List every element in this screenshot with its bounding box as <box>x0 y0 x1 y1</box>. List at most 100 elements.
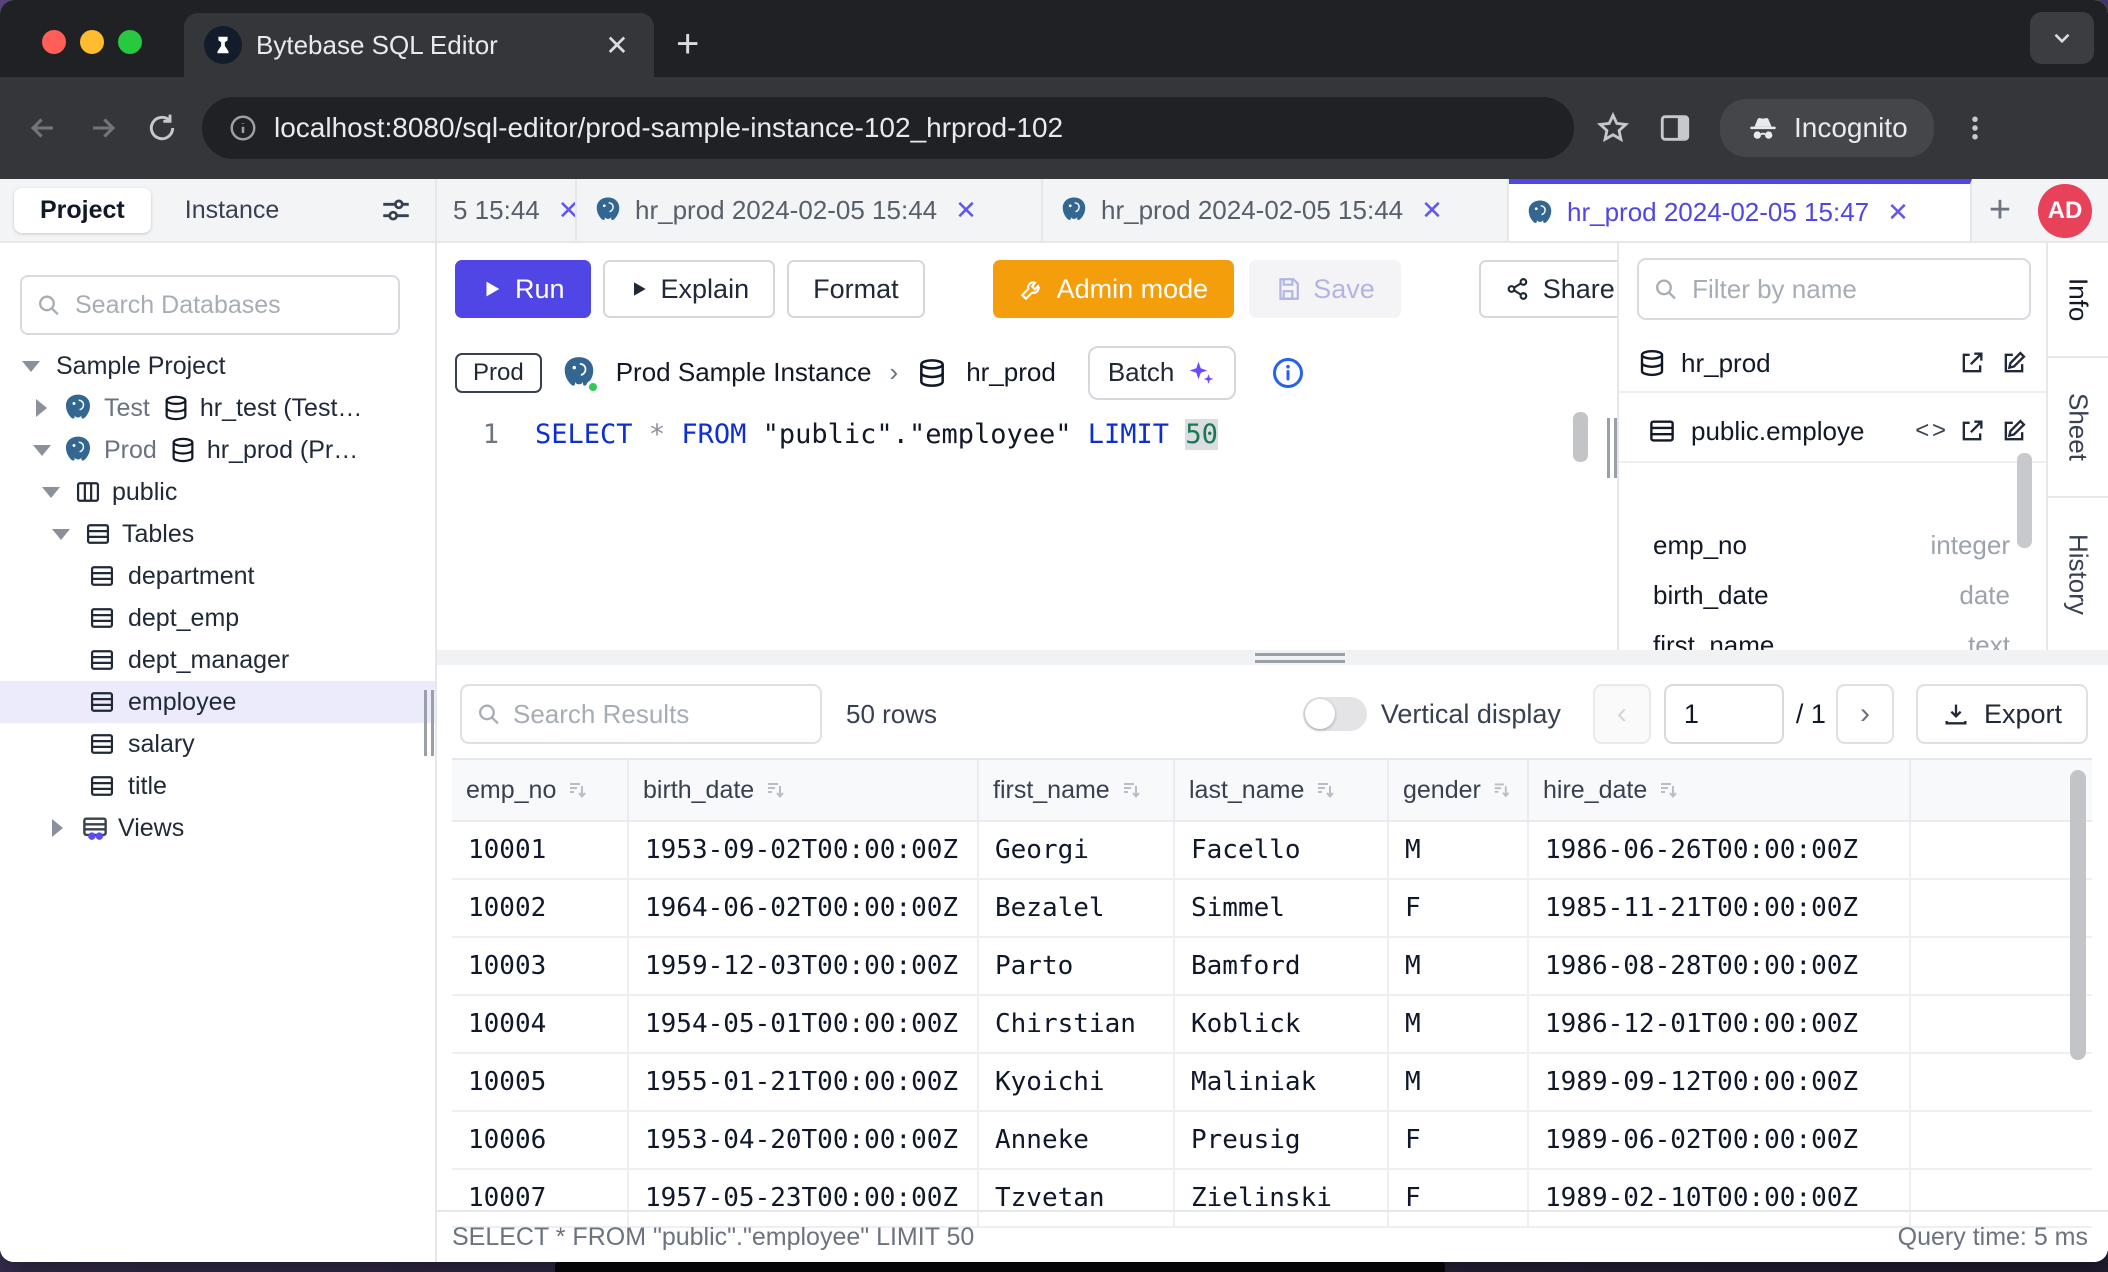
table-cell[interactable]: 1986-06-26T00:00:00Z <box>1528 821 1910 879</box>
explain-button[interactable]: Explain <box>603 260 776 318</box>
close-icon[interactable]: ✕ <box>955 195 977 226</box>
filter-by-name-input[interactable] <box>1690 273 2015 306</box>
database-name[interactable]: hr_prod <box>966 357 1056 388</box>
table-cell[interactable]: Facello <box>1174 821 1388 879</box>
chevron-right-icon[interactable] <box>36 399 47 417</box>
table-cell[interactable]: M <box>1388 821 1528 879</box>
url-bar[interactable]: localhost:8080/sql-editor/prod-sample-in… <box>202 97 1574 159</box>
database-search[interactable] <box>20 275 400 335</box>
tab-history[interactable]: History <box>2048 498 2108 650</box>
filter-settings-icon[interactable] <box>379 193 413 227</box>
close-icon[interactable]: ✕ <box>558 195 577 226</box>
tab-sheet[interactable]: Sheet <box>2048 358 2108 498</box>
edit-icon[interactable] <box>2000 349 2028 377</box>
tree-item-table-employee[interactable]: employee <box>0 681 435 723</box>
table-cell[interactable]: M <box>1388 1053 1528 1111</box>
close-icon[interactable]: ✕ <box>1421 195 1443 226</box>
column-header-birth_date[interactable]: birth_date <box>628 759 978 821</box>
table-cell[interactable]: Bamford <box>1174 937 1388 995</box>
tree-item-table-dept-manager[interactable]: dept_manager <box>0 639 435 681</box>
table-cell[interactable]: Preusig <box>1174 1111 1388 1169</box>
sort-icon[interactable] <box>566 778 590 802</box>
sql-editor[interactable]: 1 SELECT * FROM "public"."employee" LIMI… <box>437 405 1617 650</box>
table-cell[interactable]: 1986-08-28T00:00:00Z <box>1528 937 1910 995</box>
tree-item-table-salary[interactable]: salary <box>0 723 435 765</box>
table-cell[interactable]: 10001 <box>452 821 628 879</box>
table-cell[interactable]: Chirstian <box>978 995 1174 1053</box>
chevron-down-icon[interactable] <box>42 487 60 498</box>
column-header-first_name[interactable]: first_name <box>978 759 1174 821</box>
browser-tab[interactable]: Bytebase SQL Editor ✕ <box>184 13 654 77</box>
schema-filter[interactable] <box>1637 258 2031 320</box>
code-icon[interactable]: < > <box>1915 417 1944 445</box>
tree-item-prod-env[interactable]: Prod hr_prod (Pr… <box>0 429 435 471</box>
search-results-input[interactable] <box>511 698 806 731</box>
edit-icon[interactable] <box>2000 417 2028 445</box>
column-header-emp_no[interactable]: emp_no <box>452 759 628 821</box>
table-cell[interactable]: Kyoichi <box>978 1053 1174 1111</box>
chevron-right-icon[interactable] <box>52 819 63 837</box>
schema-table-row[interactable]: public.employe < > <box>1619 401 2046 463</box>
external-link-icon[interactable] <box>1958 349 1986 377</box>
table-cell[interactable]: 10003 <box>452 937 628 995</box>
side-panel-icon[interactable] <box>1658 111 1692 145</box>
editor-tab-1[interactable]: 5 15:44 ✕ <box>437 179 577 241</box>
table-row[interactable]: 100061953-04-20T00:00:00ZAnnekePreusigF1… <box>452 1111 2092 1169</box>
table-cell[interactable]: F <box>1388 879 1528 937</box>
table-scrollbar[interactable] <box>2070 770 2086 1060</box>
table-cell[interactable]: 1954-05-01T00:00:00Z <box>628 995 978 1053</box>
table-cell[interactable]: 10005 <box>452 1053 628 1111</box>
export-button[interactable]: Export <box>1916 684 2088 744</box>
sort-icon[interactable] <box>1657 778 1681 802</box>
table-cell[interactable]: 1964-06-02T00:00:00Z <box>628 879 978 937</box>
table-row[interactable]: 100011953-09-02T00:00:00ZGeorgiFacelloM1… <box>452 821 2092 879</box>
table-cell[interactable]: 10006 <box>452 1111 628 1169</box>
table-cell[interactable]: Koblick <box>1174 995 1388 1053</box>
table-row[interactable]: 100051955-01-21T00:00:00ZKyoichiMaliniak… <box>452 1053 2092 1111</box>
sort-icon[interactable] <box>1120 778 1144 802</box>
search-databases-input[interactable] <box>73 290 384 321</box>
tree-item-tables-group[interactable]: Tables <box>0 513 435 555</box>
table-cell[interactable]: Maliniak <box>1174 1053 1388 1111</box>
sort-icon[interactable] <box>1314 778 1338 802</box>
tree-item-table-title[interactable]: title <box>0 765 435 807</box>
vertical-display-toggle[interactable] <box>1303 697 1367 731</box>
editor-tab-2[interactable]: hr_prod 2024-02-05 15:44 ✕ <box>577 179 1043 241</box>
page-number-input[interactable] <box>1664 684 1784 744</box>
table-cell[interactable]: F <box>1388 1111 1528 1169</box>
chevron-down-icon[interactable] <box>33 445 51 456</box>
table-cell[interactable]: M <box>1388 995 1528 1053</box>
forward-icon[interactable] <box>86 111 120 145</box>
tab-info[interactable]: Info <box>2048 243 2108 358</box>
table-cell[interactable]: Anneke <box>978 1111 1174 1169</box>
table-row[interactable]: 100021964-06-02T00:00:00ZBezalelSimmelF1… <box>452 879 2092 937</box>
column-row[interactable]: first_nametext <box>1619 620 2046 650</box>
results-search[interactable] <box>460 684 822 744</box>
table-cell[interactable]: 1959-12-03T00:00:00Z <box>628 937 978 995</box>
tree-item-views-group[interactable]: Views <box>0 807 435 849</box>
close-window-button[interactable] <box>42 30 66 54</box>
reload-icon[interactable] <box>146 112 178 144</box>
table-row[interactable]: 100041954-05-01T00:00:00ZChirstianKoblic… <box>452 995 2092 1053</box>
tab-project[interactable]: Project <box>14 188 151 233</box>
new-sheet-button[interactable]: + <box>1972 179 2028 241</box>
tree-item-project[interactable]: Sample Project <box>0 345 435 387</box>
table-cell[interactable]: 1989-06-02T00:00:00Z <box>1528 1111 1910 1169</box>
close-icon[interactable]: ✕ <box>1887 197 1909 228</box>
table-row[interactable]: 100031959-12-03T00:00:00ZPartoBamfordM19… <box>452 937 2092 995</box>
minimize-window-button[interactable] <box>80 30 104 54</box>
tree-item-table-dept-emp[interactable]: dept_emp <box>0 597 435 639</box>
next-page-button[interactable]: › <box>1836 684 1894 744</box>
tab-search-chevron-button[interactable] <box>2030 12 2094 64</box>
browser-menu-icon[interactable] <box>1960 113 1990 143</box>
table-cell[interactable]: 1955-01-21T00:00:00Z <box>628 1053 978 1111</box>
results-resize-divider[interactable] <box>437 650 2108 665</box>
panel-resize-handle[interactable] <box>1607 418 1617 478</box>
table-cell[interactable]: 10004 <box>452 995 628 1053</box>
sort-icon[interactable] <box>764 778 788 802</box>
table-cell[interactable]: Georgi <box>978 821 1174 879</box>
table-cell[interactable]: 1985-11-21T00:00:00Z <box>1528 879 1910 937</box>
table-cell[interactable]: 1986-12-01T00:00:00Z <box>1528 995 1910 1053</box>
schema-scrollbar[interactable] <box>2017 453 2032 548</box>
table-cell[interactable]: 1953-09-02T00:00:00Z <box>628 821 978 879</box>
